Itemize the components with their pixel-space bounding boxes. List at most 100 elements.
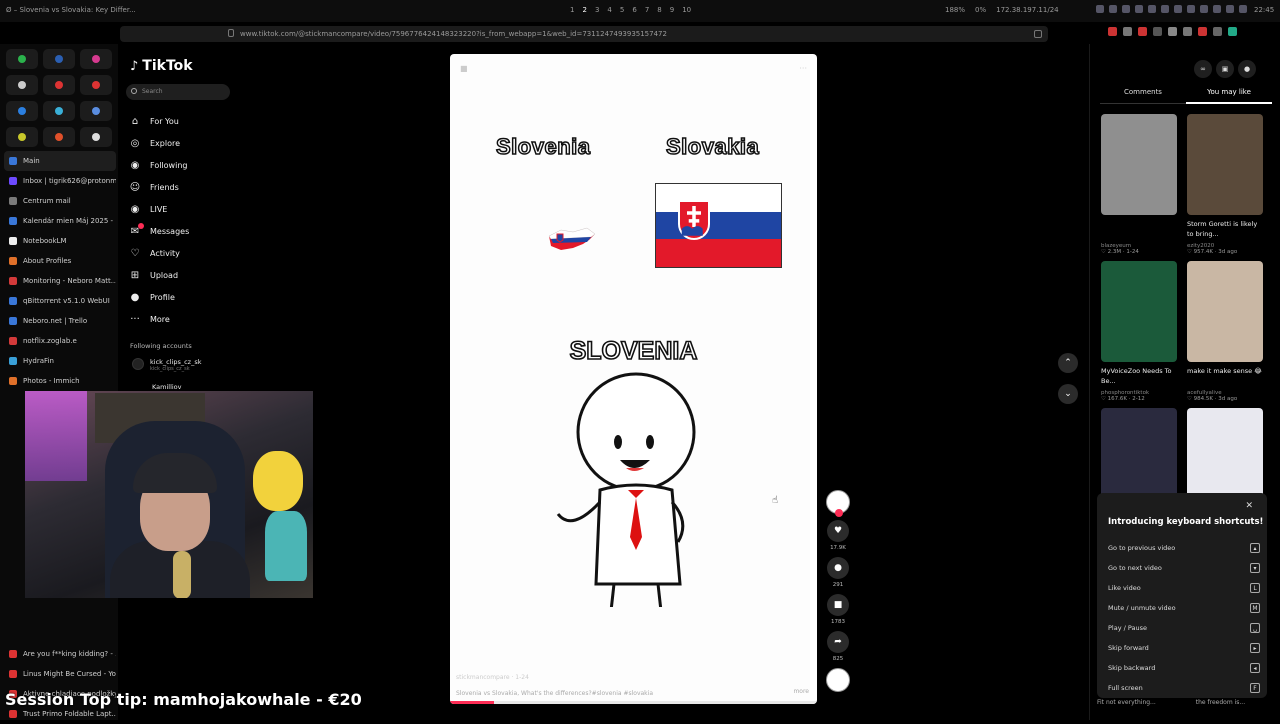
workspace-button[interactable]: 10: [682, 6, 691, 14]
workspace-button[interactable]: 3: [595, 6, 599, 14]
user-avatar-icon[interactable]: ●: [1238, 60, 1256, 78]
browser-tab[interactable]: NotebookLM: [4, 231, 116, 251]
browser-tab[interactable]: Neboro.net | Trello: [4, 311, 116, 331]
tray-icon[interactable]: [1122, 5, 1130, 13]
video-thumbnail[interactable]: [1187, 114, 1263, 215]
nav-item-more[interactable]: ··· More: [128, 308, 189, 330]
browser-tab[interactable]: HydraFin: [4, 351, 116, 371]
tray-icon[interactable]: [1239, 5, 1247, 13]
browser-tab[interactable]: Monitoring - Neboro Matt...: [4, 271, 116, 291]
tray-icon[interactable]: [1187, 5, 1195, 13]
caption-more-link[interactable]: more: [793, 688, 809, 695]
following-account[interactable]: kick_clips_cz_sk kick_clips_cz_sk: [132, 358, 202, 372]
workspace-button[interactable]: 6: [632, 6, 636, 14]
video-more-icon[interactable]: ···: [799, 64, 807, 73]
extension-icon[interactable]: [1123, 27, 1132, 36]
tray-icon[interactable]: [1213, 5, 1221, 13]
close-icon[interactable]: ✕: [1245, 501, 1253, 511]
comment-icon[interactable]: ●: [827, 557, 849, 579]
browser-tab[interactable]: Inbox | tigrik626@protonm...: [4, 171, 116, 191]
pinned-tab[interactable]: [80, 75, 112, 95]
pinned-tab[interactable]: [6, 75, 38, 95]
nav-item-friends[interactable]: ☺ Friends: [128, 176, 189, 198]
url-bar[interactable]: www.tiktok.com/@stickmancompare/video/75…: [120, 26, 1048, 42]
music-disc-icon[interactable]: [826, 668, 850, 692]
nav-item-upload[interactable]: ⊞ Upload: [128, 264, 189, 286]
video-thumbnail[interactable]: [1101, 261, 1177, 362]
pinned-favorites[interactable]: [6, 49, 112, 147]
volume-icon[interactable]: ■: [460, 64, 468, 73]
nav-item-following[interactable]: ◉ Following: [128, 154, 189, 176]
nav-item-profile[interactable]: ● Profile: [128, 286, 189, 308]
pinned-tab[interactable]: [6, 101, 38, 121]
video-player[interactable]: ■ ··· Slovenia Slovakia SLOVENIA stickma: [450, 54, 817, 704]
nav-item-live[interactable]: ◉ LIVE: [128, 198, 189, 220]
share-icon[interactable]: ➦: [827, 631, 849, 653]
link-icon[interactable]: ∞: [1194, 60, 1212, 78]
music-disc[interactable]: [826, 668, 850, 692]
browser-tab[interactable]: qBittorrent v5.1.0 WebUI: [4, 291, 116, 311]
tray-icon[interactable]: [1135, 5, 1143, 13]
tab-you-may-like[interactable]: You may like: [1186, 88, 1272, 104]
device-icon[interactable]: ▣: [1216, 60, 1234, 78]
extension-icon[interactable]: [1168, 27, 1177, 36]
workspace-button[interactable]: 5: [620, 6, 624, 14]
nav-item-messages[interactable]: ✉ Messages: [128, 220, 189, 242]
pinned-tab[interactable]: [80, 49, 112, 69]
tray-icon[interactable]: [1174, 5, 1182, 13]
video-thumbnail[interactable]: [1187, 261, 1263, 362]
video-author[interactable]: stickmancompare · 1-24: [456, 674, 653, 681]
workspace-button[interactable]: 8: [657, 6, 661, 14]
extension-icon[interactable]: [1183, 27, 1192, 36]
workspace-switcher[interactable]: 1 2 3 4 5 6 7 8 9 10: [570, 6, 691, 14]
browser-tab[interactable]: Centrum mail: [4, 191, 116, 211]
pinned-tab[interactable]: [80, 101, 112, 121]
nav-item-for-you[interactable]: ⌂ For You: [128, 110, 189, 132]
like-action[interactable]: ♥ 17.9K: [826, 520, 850, 551]
following-account[interactable]: Kamilliov: [152, 383, 182, 391]
browser-tab[interactable]: Main: [4, 151, 116, 171]
video-progress-bar[interactable]: [450, 701, 817, 704]
extension-icons[interactable]: [1108, 27, 1237, 36]
comment-action[interactable]: ● 291: [826, 557, 850, 588]
tray-icon[interactable]: [1109, 5, 1117, 13]
follow-plus-icon[interactable]: [835, 509, 843, 517]
workspace-button[interactable]: 2: [582, 6, 586, 14]
recommended-video[interactable]: Storm Goretti is likely to bring... ezity…: [1187, 114, 1263, 255]
bookmark-action[interactable]: ■ 1783: [826, 594, 850, 625]
workspace-button[interactable]: 1: [570, 6, 574, 14]
bookmark-icon[interactable]: ■: [827, 594, 849, 616]
workspace-button[interactable]: 4: [607, 6, 611, 14]
extension-icon[interactable]: [1198, 27, 1207, 36]
header-actions[interactable]: ∞ ▣ ●: [1194, 60, 1256, 78]
extension-icon[interactable]: [1213, 27, 1222, 36]
tiktok-logo[interactable]: ♪ TikTok: [130, 58, 193, 74]
browser-tab[interactable]: notflix.zoglab.e: [4, 331, 116, 351]
extension-icon[interactable]: [1108, 27, 1117, 36]
pinned-tab[interactable]: [6, 49, 38, 69]
creator-avatar[interactable]: [826, 490, 850, 517]
pinned-tab[interactable]: [43, 127, 75, 147]
tray-icon[interactable]: [1200, 5, 1208, 13]
pinned-tab[interactable]: [43, 49, 75, 69]
like-icon[interactable]: ♥: [827, 520, 849, 542]
recommended-video[interactable]: make it make sense 😂 acefullyalive ♡ 984.5…: [1187, 261, 1263, 402]
share-action[interactable]: ➦ 825: [826, 631, 850, 662]
extension-icon[interactable]: [1138, 27, 1147, 36]
avatar[interactable]: [826, 490, 850, 517]
browser-tab[interactable]: Kalendár mien Máj 2025 - ...: [4, 211, 116, 231]
pinned-tab[interactable]: [43, 75, 75, 95]
search-input[interactable]: Search: [126, 84, 230, 100]
previous-video-button[interactable]: ⌃: [1058, 353, 1078, 373]
recommended-video[interactable]: MyVoiceZoo Needs To Be... phosphorontikto…: [1101, 261, 1177, 402]
browser-tab[interactable]: About Profiles: [4, 251, 116, 271]
tray-icon[interactable]: [1096, 5, 1104, 13]
pinned-tab[interactable]: [6, 127, 38, 147]
video-thumbnail[interactable]: [1101, 114, 1177, 215]
nav-item-activity[interactable]: ♡ Activity: [128, 242, 189, 264]
tray-icon[interactable]: [1226, 5, 1234, 13]
browser-tab[interactable]: Linus Might Be Cursed - Yo...: [4, 664, 116, 684]
extension-icon[interactable]: [1153, 27, 1162, 36]
pinned-tab[interactable]: [43, 101, 75, 121]
workspace-button[interactable]: 9: [670, 6, 674, 14]
